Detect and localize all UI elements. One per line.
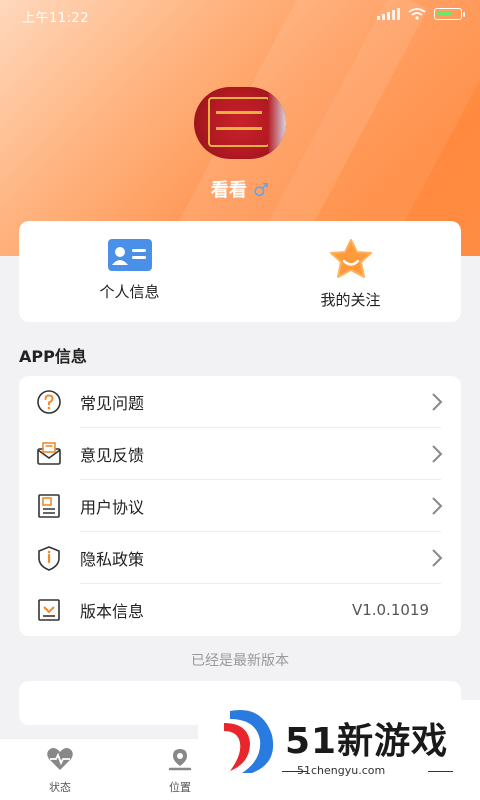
tab-status[interactable]: 状态 [30, 747, 90, 795]
chevron-right-icon [432, 497, 443, 515]
version-info-label: 版本信息 [80, 602, 145, 621]
user-agreement-item[interactable]: 用户协议 [19, 480, 461, 532]
status-icons [377, 8, 465, 20]
avatar[interactable] [194, 87, 286, 159]
profile-page: 上午11:22 看看 ♂ 个人信息 我的关注 APP信息 常见问题 意见反馈 用… [0, 0, 480, 800]
shield-icon [38, 546, 60, 571]
document-icon [38, 494, 60, 518]
app-info-heading: APP信息 [19, 347, 87, 366]
feedback-label: 意见反馈 [80, 446, 145, 465]
id-card-icon [107, 239, 152, 271]
faq-item[interactable]: 常见问题 [19, 376, 461, 428]
chevron-right-icon [432, 549, 443, 567]
battery-icon [434, 8, 465, 20]
privacy-policy-label: 隐私政策 [80, 550, 145, 569]
faq-label: 常见问题 [80, 394, 145, 413]
quick-actions-card: 个人信息 我的关注 [19, 221, 461, 322]
watermark-site: 51chengyu.com [297, 764, 386, 777]
feedback-item[interactable]: 意见反馈 [19, 428, 461, 480]
my-follows-label: 我的关注 [320, 291, 381, 309]
latest-version-hint: 已经是最新版本 [191, 653, 289, 669]
version-info-item[interactable]: 版本信息 V1.0.1019 [19, 584, 461, 636]
app-info-menu: 常见问题 意见反馈 用户协议 隐私政策 版本信息 V1.0.1019 [19, 376, 461, 636]
watermark-logo-icon [224, 710, 274, 773]
avatar-seal-image [208, 97, 270, 147]
chevron-right-icon [432, 393, 443, 411]
download-icon [38, 599, 60, 621]
location-icon [168, 749, 192, 771]
chevron-right-icon [432, 445, 443, 463]
heart-pulse-icon [47, 748, 73, 770]
personal-info-button[interactable]: 个人信息 [19, 221, 240, 322]
status-bar: 上午11:22 [0, 0, 480, 32]
star-smile-icon [329, 239, 372, 278]
question-icon [37, 390, 61, 414]
mail-icon [37, 442, 61, 465]
watermark-title: 51新游戏 [285, 721, 449, 762]
signal-icon [377, 8, 400, 20]
wifi-icon [408, 8, 426, 20]
version-number: V1.0.1019 [351, 601, 429, 619]
my-follows-button[interactable]: 我的关注 [240, 221, 461, 322]
privacy-policy-item[interactable]: 隐私政策 [19, 532, 461, 584]
user-name: 看看 [210, 180, 247, 201]
status-time: 上午11:22 [22, 11, 89, 26]
user-agreement-label: 用户协议 [80, 498, 145, 517]
personal-info-label: 个人信息 [99, 283, 160, 301]
tab-status-label: 状态 [49, 781, 71, 794]
male-icon: ♂ [252, 180, 270, 201]
user-name-row: 看看 ♂ [0, 176, 480, 202]
